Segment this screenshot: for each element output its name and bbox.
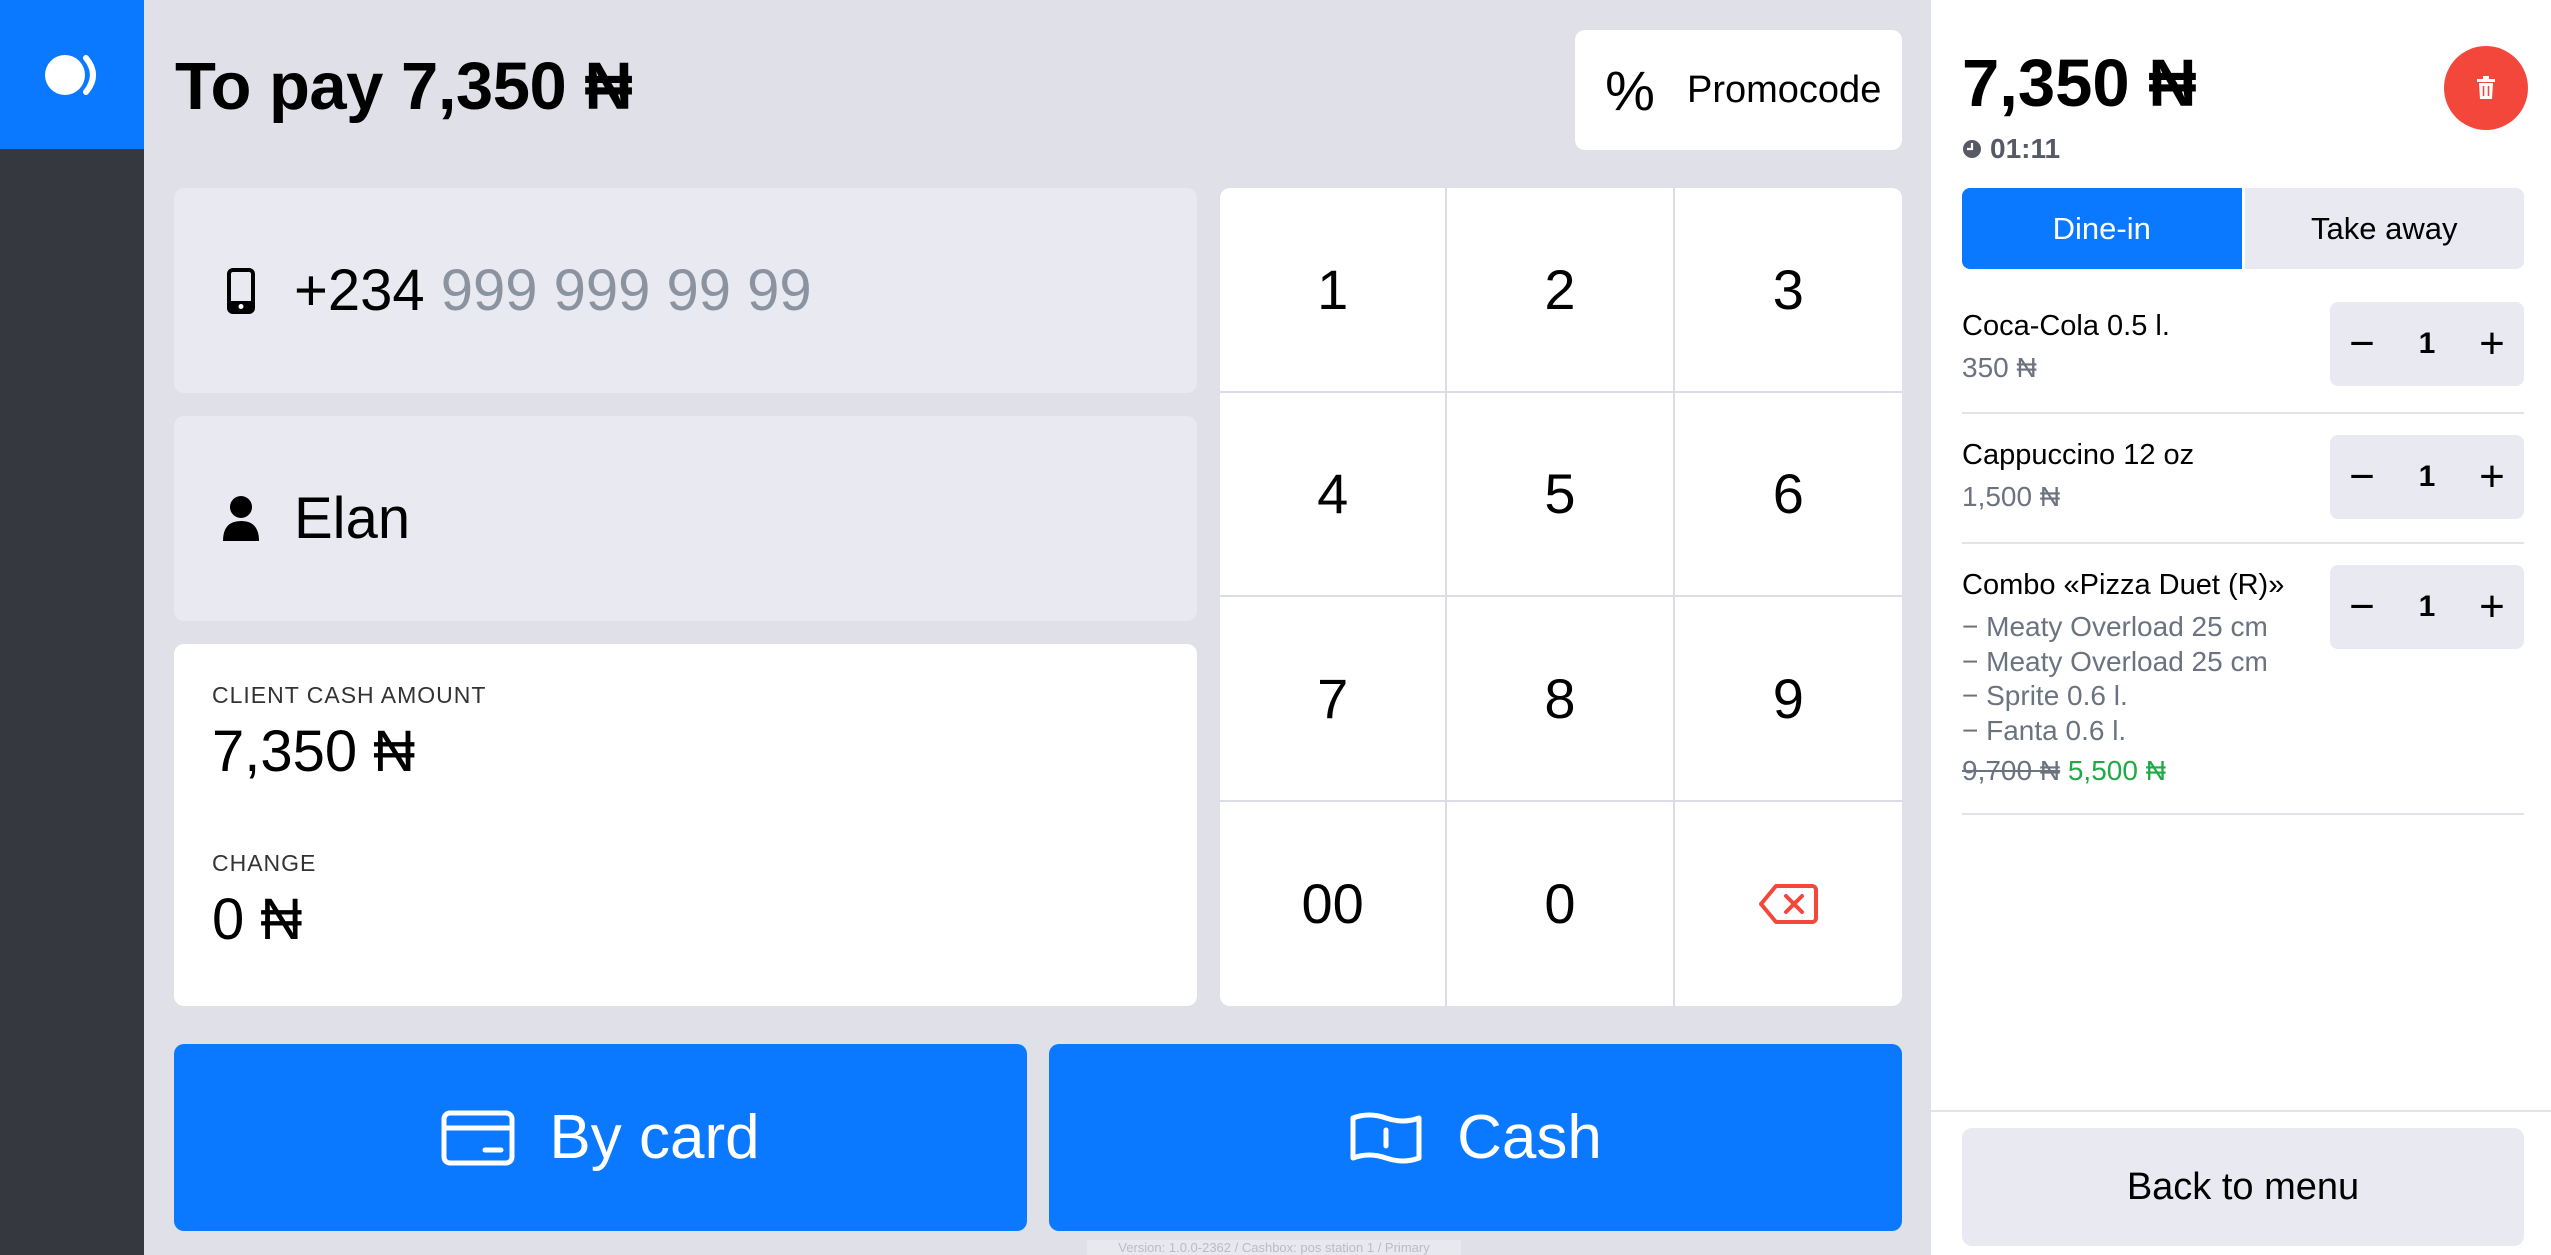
order-panel: 7,350 ₦ 01:11 Dine-in Take away Coca-Col… (1931, 0, 2551, 1255)
key-4[interactable]: 4 (1220, 392, 1448, 597)
decrease-button[interactable]: − (2330, 435, 2394, 519)
quantity-value: 1 (2418, 327, 2436, 360)
panel-footer: Back to menu (1931, 1110, 2551, 1255)
order-item-name: Combo «Pizza Duet (R)» (1962, 569, 2285, 601)
old-price: 9,700 ₦ (1962, 755, 2061, 786)
order-item-price: 1,500 ₦ (1962, 481, 2061, 512)
quantity-stepper: − 1 + (2330, 302, 2524, 386)
elapsed-time-value: 01:11 (1990, 133, 2061, 164)
backspace-icon (1759, 883, 1819, 924)
key-7[interactable]: 7 (1220, 597, 1448, 802)
increase-button[interactable]: + (2460, 435, 2524, 519)
decrease-button[interactable]: − (2330, 565, 2394, 649)
take-away-tab[interactable]: Take away (2244, 188, 2524, 269)
dine-in-tab[interactable]: Dine-in (1962, 188, 2242, 269)
client-cash-label: CLIENT CASH AMOUNT (212, 682, 487, 708)
clear-order-button[interactable] (2444, 46, 2528, 130)
order-mode-toggle: Dine-in Take away (1962, 188, 2524, 269)
pay-by-card-button[interactable]: By card (174, 1044, 1027, 1231)
quantity-value: 1 (2418, 460, 2436, 493)
phone-input[interactable]: +234 999 999 99 99 (174, 188, 1197, 393)
key-8[interactable]: 8 (1447, 597, 1675, 802)
phone-prefix: +234 (294, 258, 425, 323)
key-9[interactable]: 9 (1674, 597, 1902, 802)
increase-button[interactable]: + (2460, 565, 2524, 649)
key-00[interactable]: 00 (1220, 801, 1448, 1006)
quantity-value: 1 (2418, 590, 2436, 623)
percent-icon: % (1605, 58, 1655, 122)
side-rail (0, 0, 144, 1255)
user-icon (218, 495, 264, 543)
combo-component: − Meaty Overload 25 cm (1962, 646, 2268, 677)
customer-name: Elan (294, 486, 411, 551)
quantity-stepper: − 1 + (2330, 435, 2524, 519)
decrease-button[interactable]: − (2330, 302, 2394, 386)
trash-icon (2477, 76, 2495, 99)
phone-icon (218, 267, 264, 314)
order-item-combo: Combo «Pizza Duet (R)» − Meaty Overload … (1962, 565, 2524, 815)
combo-component: − Sprite 0.6 l. (1962, 680, 2128, 711)
increase-button[interactable]: + (2460, 302, 2524, 386)
clock-icon (1963, 140, 1981, 158)
order-item: Coca-Cola 0.5 l. 350 ₦ − 1 + (1962, 302, 2524, 414)
logo-button[interactable] (0, 0, 144, 149)
to-pay-title: To pay 7,350 ₦ (175, 49, 633, 124)
key-5[interactable]: 5 (1447, 392, 1675, 597)
backspace-key[interactable] (1675, 802, 1902, 1007)
combo-price: 9,700 ₦ 5,500 ₦ (1962, 755, 2166, 787)
phone-placeholder: 999 999 99 99 (440, 258, 812, 323)
discounted-price: 5,500 ₦ (2067, 755, 2166, 786)
logo-toggle-icon (45, 54, 96, 95)
elapsed-time: 01:11 (1962, 133, 2060, 165)
customer-name-field[interactable]: Elan (174, 416, 1197, 621)
pay-cash-button[interactable]: Cash (1049, 1044, 1902, 1231)
version-info: Version: 1.0.0-2362 / Cashbox: pos stati… (1087, 1240, 1461, 1255)
key-6[interactable]: 6 (1674, 393, 1902, 597)
key-3[interactable]: 3 (1674, 188, 1902, 393)
order-total: 7,350 ₦ (1962, 46, 2197, 121)
combo-component: − Meaty Overload 25 cm (1962, 611, 2268, 642)
order-item: Cappuccino 12 oz 1,500 ₦ − 1 + (1962, 435, 2524, 544)
change-label: CHANGE (212, 850, 317, 876)
promocode-button[interactable]: % Promocode (1575, 30, 1902, 150)
amounts-card: CLIENT CASH AMOUNT 7,350 ₦ CHANGE 0 ₦ (174, 644, 1197, 1006)
pay-by-card-label: By card (549, 1103, 760, 1172)
order-item-name: Coca-Cola 0.5 l. (1962, 310, 2170, 342)
promocode-label: Promocode (1687, 68, 1882, 111)
pay-cash-label: Cash (1457, 1103, 1602, 1172)
key-1[interactable]: 1 (1220, 188, 1448, 393)
combo-component: − Fanta 0.6 l. (1962, 715, 2127, 746)
key-2[interactable]: 2 (1447, 188, 1675, 393)
back-to-menu-button[interactable]: Back to menu (1962, 1128, 2524, 1246)
order-item-price: 350 ₦ (1962, 352, 2037, 383)
order-item-name: Cappuccino 12 oz (1962, 439, 2195, 471)
quantity-stepper: − 1 + (2330, 565, 2524, 649)
numeric-keypad: 1 2 3 4 5 6 7 8 9 00 0 (1220, 188, 1902, 1006)
change-value: 0 ₦ (212, 887, 303, 952)
credit-card-icon (441, 1110, 515, 1165)
key-0[interactable]: 0 (1447, 801, 1675, 1006)
banknote-icon (1350, 1112, 1422, 1163)
client-cash-value: 7,350 ₦ (212, 719, 416, 784)
